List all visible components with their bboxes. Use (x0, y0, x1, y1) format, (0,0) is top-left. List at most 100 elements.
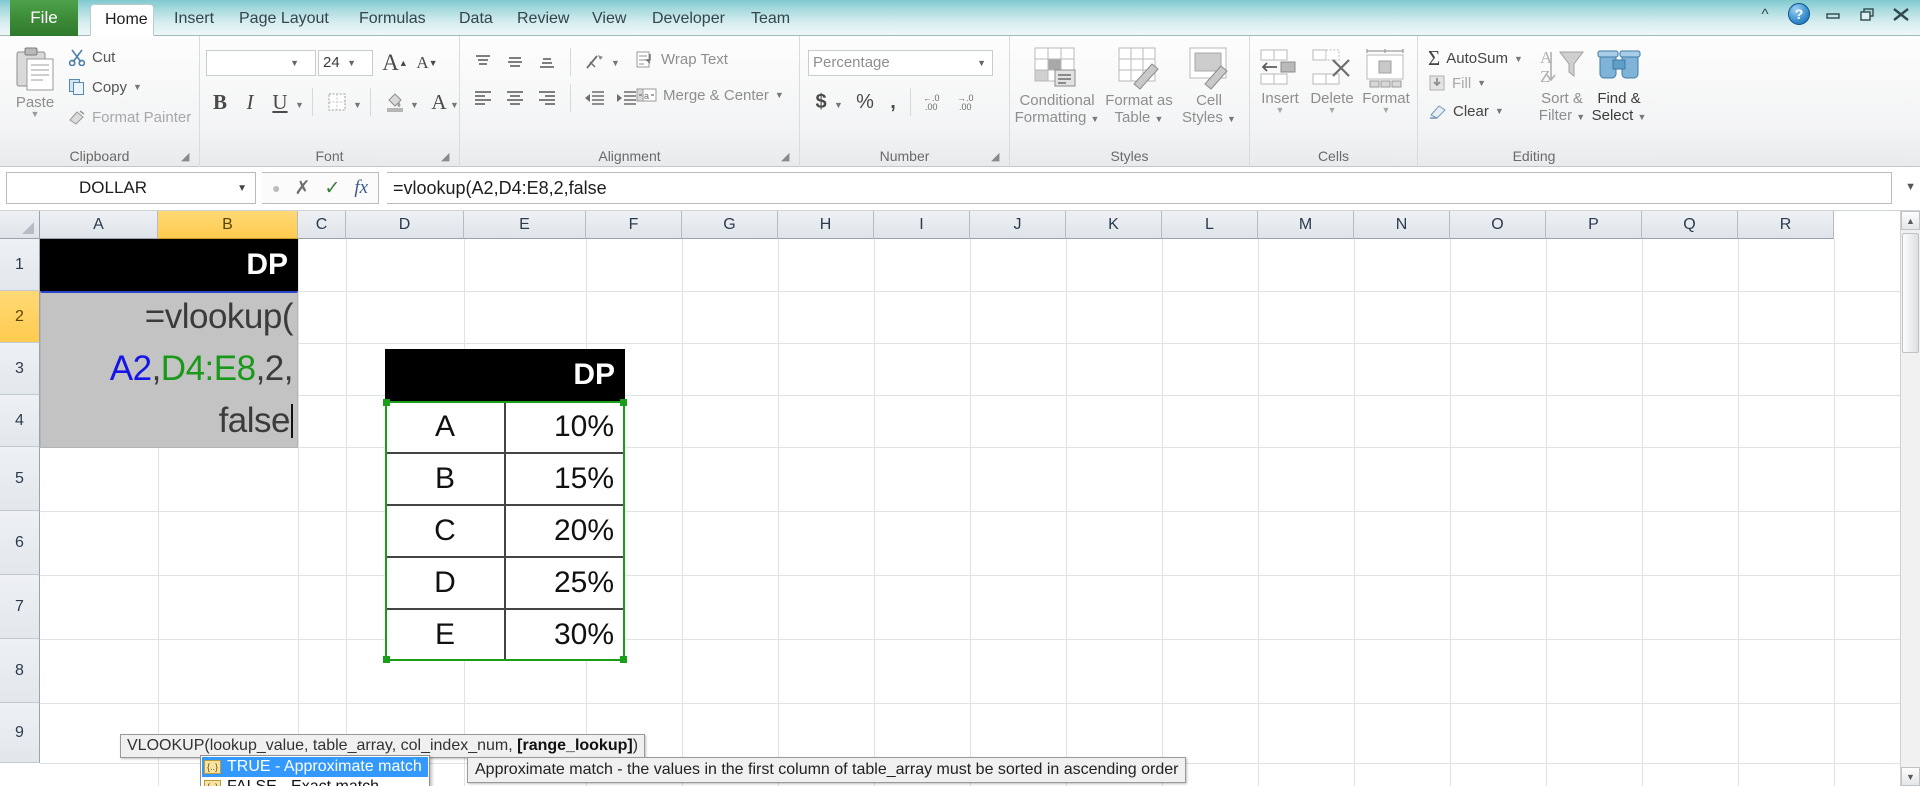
cell-styles-button[interactable]: Cell Styles ▼ (1178, 44, 1240, 128)
font-name-caret-icon[interactable]: ▼ (290, 51, 299, 75)
wrap-text-button[interactable]: Wrap Text (636, 50, 728, 69)
number-format-select[interactable]: Percentage ▼ (808, 50, 993, 76)
name-box-caret-icon[interactable]: ▼ (237, 183, 247, 194)
fill-color-caret-icon[interactable]: ▼ (410, 100, 419, 110)
copy-button[interactable]: Copy ▼ (68, 78, 142, 96)
insert-cells-button[interactable]: Insert ▼ (1254, 46, 1306, 115)
row-header-4[interactable]: 4 (0, 395, 40, 447)
underline-caret-icon[interactable]: ▼ (295, 100, 304, 110)
help-icon[interactable]: ? (1788, 3, 1810, 25)
find-select-caret-icon[interactable]: ▼ (1637, 112, 1646, 122)
column-header-d[interactable]: D (346, 211, 464, 239)
font-size-caret-icon[interactable]: ▼ (347, 51, 356, 75)
column-header-j[interactable]: J (970, 211, 1066, 239)
lookup-key-cell[interactable]: A (385, 401, 505, 453)
font-color-button[interactable]: A (426, 88, 452, 116)
restore-icon[interactable] (1856, 3, 1878, 25)
merge-center-caret-icon[interactable]: ▼ (775, 90, 784, 100)
tab-home[interactable]: Home (90, 4, 154, 36)
column-header-e[interactable]: E (464, 211, 586, 239)
vertical-scrollbar[interactable]: ▲ ▼ (1900, 211, 1920, 786)
fill-color-button[interactable] (380, 88, 410, 116)
column-header-f[interactable]: F (586, 211, 682, 239)
find-select-button[interactable]: Find & Select ▼ (1590, 46, 1648, 126)
clipboard-dialog-launcher-icon[interactable]: ◢ (181, 151, 193, 163)
lookup-value-cell[interactable]: 30% (505, 609, 625, 661)
tab-review[interactable]: Review (503, 4, 583, 36)
lookup-key-cell[interactable]: C (385, 505, 505, 557)
column-header-n[interactable]: N (1354, 211, 1450, 239)
insert-function-icon[interactable]: fx (354, 177, 368, 199)
shrink-font-button[interactable]: A ▼ (412, 48, 442, 78)
font-size-input[interactable]: 24 ▼ (318, 50, 373, 76)
merge-center-button[interactable]: a Merge & Center ▼ (636, 86, 784, 104)
delete-cells-button[interactable]: Delete ▼ (1306, 46, 1358, 115)
decrease-indent-button[interactable] (580, 84, 610, 112)
decrease-decimal-button[interactable]: →.0 .00 (954, 88, 986, 116)
select-all-corner[interactable] (0, 211, 40, 239)
lookup-value-cell[interactable]: 10% (505, 401, 625, 453)
paste-button[interactable]: Paste ▼ (6, 46, 64, 119)
conditional-formatting-button[interactable]: Conditional Formatting ▼ (1014, 44, 1100, 128)
sort-filter-button[interactable]: A Z Sort & Filter ▼ (1534, 46, 1590, 126)
percent-style-button[interactable]: % (852, 88, 878, 116)
fill-button[interactable]: Fill ▼ (1428, 74, 1486, 92)
underline-button[interactable]: U (266, 88, 294, 116)
alignment-dialog-launcher-icon[interactable]: ◢ (781, 151, 793, 163)
column-header-m[interactable]: M (1258, 211, 1354, 239)
column-header-o[interactable]: O (1450, 211, 1546, 239)
collapse-ribbon-icon[interactable]: ^ (1754, 3, 1776, 25)
row-header-3[interactable]: 3 (0, 343, 40, 395)
column-header-g[interactable]: G (682, 211, 778, 239)
align-middle-button[interactable] (500, 48, 530, 76)
number-dialog-launcher-icon[interactable]: ◢ (991, 151, 1003, 163)
minimize-icon[interactable] (1822, 3, 1844, 25)
row-header-6[interactable]: 6 (0, 511, 40, 575)
lookup-key-cell[interactable]: D (385, 557, 505, 609)
italic-button[interactable]: I (236, 88, 264, 116)
sort-filter-caret-icon[interactable]: ▼ (1576, 112, 1585, 122)
cancel-formula-icon[interactable]: ✗ (294, 177, 310, 200)
orientation-button[interactable] (580, 48, 610, 76)
column-header-r[interactable]: R (1738, 211, 1834, 239)
cell-styles-caret-icon[interactable]: ▼ (1227, 114, 1236, 124)
column-header-h[interactable]: H (778, 211, 874, 239)
autosum-caret-icon[interactable]: ▼ (1514, 54, 1523, 64)
clear-button[interactable]: Clear ▼ (1428, 102, 1504, 120)
bold-button[interactable]: B (206, 88, 234, 116)
cut-button[interactable]: Cut (68, 48, 115, 66)
row-header-7[interactable]: 7 (0, 575, 40, 639)
scroll-down-icon[interactable]: ▼ (1901, 767, 1920, 786)
tab-formulas[interactable]: Formulas (345, 4, 440, 36)
column-header-q[interactable]: Q (1642, 211, 1738, 239)
enter-formula-icon[interactable]: ✓ (324, 177, 340, 200)
column-header-b[interactable]: B (158, 211, 298, 239)
lookup-key-cell[interactable]: B (385, 453, 505, 505)
align-top-button[interactable] (468, 48, 498, 76)
number-format-caret-icon[interactable]: ▼ (977, 51, 986, 75)
row-header-1[interactable]: 1 (0, 239, 40, 291)
format-as-table-caret-icon[interactable]: ▼ (1155, 114, 1164, 124)
align-bottom-button[interactable] (532, 48, 562, 76)
tab-data[interactable]: Data (445, 4, 507, 36)
row-header-2[interactable]: 2 (0, 291, 40, 343)
align-center-button[interactable] (500, 84, 530, 112)
copy-caret-icon[interactable]: ▼ (133, 82, 142, 92)
format-as-table-button[interactable]: Format as Table ▼ (1102, 44, 1176, 128)
scrollbar-thumb[interactable] (1902, 233, 1919, 353)
cell-b1[interactable]: DP (40, 239, 298, 291)
tab-page-layout[interactable]: Page Layout (225, 4, 343, 36)
column-header-i[interactable]: I (874, 211, 970, 239)
conditional-formatting-caret-icon[interactable]: ▼ (1090, 114, 1099, 124)
column-header-p[interactable]: P (1546, 211, 1642, 239)
comma-style-button[interactable]: , (882, 88, 904, 116)
cell-d3-header[interactable]: DP (385, 349, 625, 401)
name-box[interactable]: DOLLAR ▼ (6, 172, 256, 204)
row-header-8[interactable]: 8 (0, 639, 40, 703)
orientation-caret-icon[interactable]: ▼ (611, 58, 620, 68)
clear-caret-icon[interactable]: ▼ (1495, 106, 1504, 116)
scroll-up-icon[interactable]: ▲ (1901, 211, 1920, 230)
formula-input[interactable]: =vlookup(A2,D4:E8,2,false (387, 172, 1892, 204)
lookup-key-cell[interactable]: E (385, 609, 505, 661)
autosum-button[interactable]: Σ AutoSum ▼ (1428, 46, 1523, 71)
